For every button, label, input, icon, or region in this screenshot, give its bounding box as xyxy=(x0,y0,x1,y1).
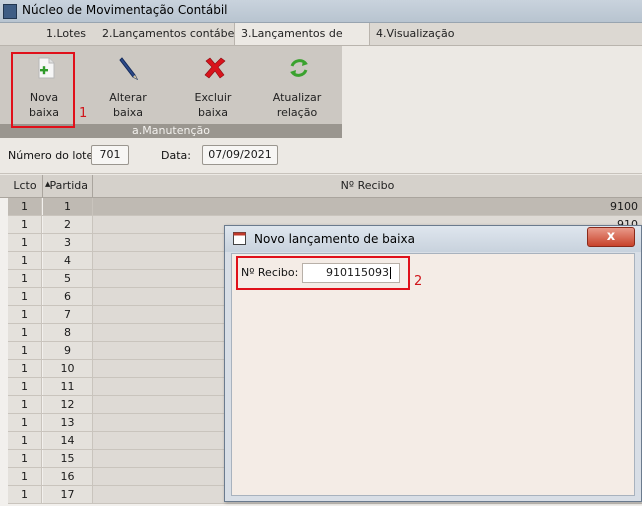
cell-partida: 16 xyxy=(43,468,93,486)
alterar-baixa-label-line2: baixa xyxy=(112,106,144,119)
cell-partida: 17 xyxy=(43,486,93,504)
tab-lancamentos-de-baixas[interactable]: 3.Lançamentos de Baixas xyxy=(234,23,370,62)
dialog-titlebar: Novo lançamento de baixa x xyxy=(225,226,641,252)
cell-partida: 5 xyxy=(43,270,93,288)
cell-lcto: 1 xyxy=(8,234,42,252)
dialog-close-button[interactable]: x xyxy=(587,227,635,247)
header-lcto[interactable]: Lcto xyxy=(8,175,43,197)
atualizar-relacao-label-line2: relação xyxy=(276,106,318,119)
data-field[interactable]: 07/09/2021 xyxy=(202,145,278,165)
lote-info-bar: Número do lote: 701 Data: 07/09/2021 xyxy=(0,139,642,174)
cell-lcto: 1 xyxy=(8,486,42,504)
cell-lcto: 1 xyxy=(8,450,42,468)
atualizar-relacao-label-line1: Atualizar xyxy=(272,91,322,104)
tab-lotes[interactable]: 1.Lotes xyxy=(40,23,92,45)
alterar-baixa-button[interactable]: Alterar baixa xyxy=(90,46,166,126)
dialog-window-icon xyxy=(233,232,246,245)
app-icon xyxy=(3,4,17,19)
cell-partida: 9 xyxy=(43,342,93,360)
header-recibo[interactable]: Nº Recibo xyxy=(93,175,642,197)
cell-lcto: 1 xyxy=(8,360,42,378)
cell-partida: 15 xyxy=(43,450,93,468)
dialog-title: Novo lançamento de baixa xyxy=(254,232,415,246)
excluir-baixa-label-line1: Excluir xyxy=(194,91,232,104)
close-icon: x xyxy=(606,229,616,244)
annotation-box-2 xyxy=(236,256,410,290)
cell-partida: 13 xyxy=(43,414,93,432)
cell-lcto: 1 xyxy=(8,396,42,414)
cell-lcto: 1 xyxy=(8,414,42,432)
sort-arrows-icon: ▲ xyxy=(45,180,51,188)
tab-lancamentos-contabeis[interactable]: 2.Lançamentos contábeis xyxy=(96,23,249,45)
alterar-baixa-label-line1: Alterar xyxy=(109,91,147,104)
cell-lcto: 1 xyxy=(8,432,42,450)
table-row[interactable]: 1 1 9100 xyxy=(0,198,642,216)
cell-lcto: 1 xyxy=(8,306,42,324)
cell-partida: 10 xyxy=(43,360,93,378)
cell-partida: 11 xyxy=(43,378,93,396)
window-titlebar: Núcleo de Movimentação Contábil xyxy=(0,0,642,23)
data-label: Data: xyxy=(161,149,191,162)
cell-partida: 12 xyxy=(43,396,93,414)
red-x-delete-icon xyxy=(204,57,226,79)
cell-partida: 14 xyxy=(43,432,93,450)
annotation-number-2: 2 xyxy=(414,274,423,289)
cell-lcto: 1 xyxy=(8,342,42,360)
cell-recibo: 9100 xyxy=(93,198,642,216)
annotation-number-1: 1 xyxy=(79,106,88,121)
header-partida-label: Partida xyxy=(49,179,89,192)
annotation-box-1 xyxy=(11,52,75,128)
cell-lcto: 1 xyxy=(8,324,42,342)
numero-lote-label: Número do lote: xyxy=(8,149,97,162)
cell-lcto: 1 xyxy=(8,378,42,396)
cell-partida: 7 xyxy=(43,306,93,324)
cell-lcto: 1 xyxy=(8,468,42,486)
cell-partida: 2 xyxy=(43,216,93,234)
excluir-baixa-label-line2: baixa xyxy=(197,106,229,119)
cell-lcto: 1 xyxy=(8,198,42,216)
cell-partida: 3 xyxy=(43,234,93,252)
cell-partida: 8 xyxy=(43,324,93,342)
green-refresh-icon xyxy=(290,59,308,77)
atualizar-relacao-button[interactable]: Atualizar relação xyxy=(259,46,335,126)
pen-edit-icon xyxy=(119,57,139,80)
row-divider xyxy=(8,503,642,504)
cell-lcto: 1 xyxy=(8,270,42,288)
excluir-baixa-button[interactable]: Excluir baixa xyxy=(175,46,251,126)
cell-lcto: 1 xyxy=(8,216,42,234)
window-title: Núcleo de Movimentação Contábil xyxy=(22,3,228,17)
cell-partida: 1 xyxy=(43,198,93,216)
tab-visualizacao[interactable]: 4.Visualização xyxy=(370,23,460,45)
main-tabs: 1.Lotes 2.Lançamentos contábeis 3.Lançam… xyxy=(0,23,642,62)
cell-lcto: 1 xyxy=(8,252,42,270)
numero-lote-field[interactable]: 701 xyxy=(91,145,129,165)
cell-partida: 4 xyxy=(43,252,93,270)
cell-lcto: 1 xyxy=(8,288,42,306)
cell-partida: 6 xyxy=(43,288,93,306)
header-partida[interactable]: ▲ Partida xyxy=(43,175,93,197)
grid-header: Lcto ▲ Partida Nº Recibo xyxy=(0,175,642,198)
